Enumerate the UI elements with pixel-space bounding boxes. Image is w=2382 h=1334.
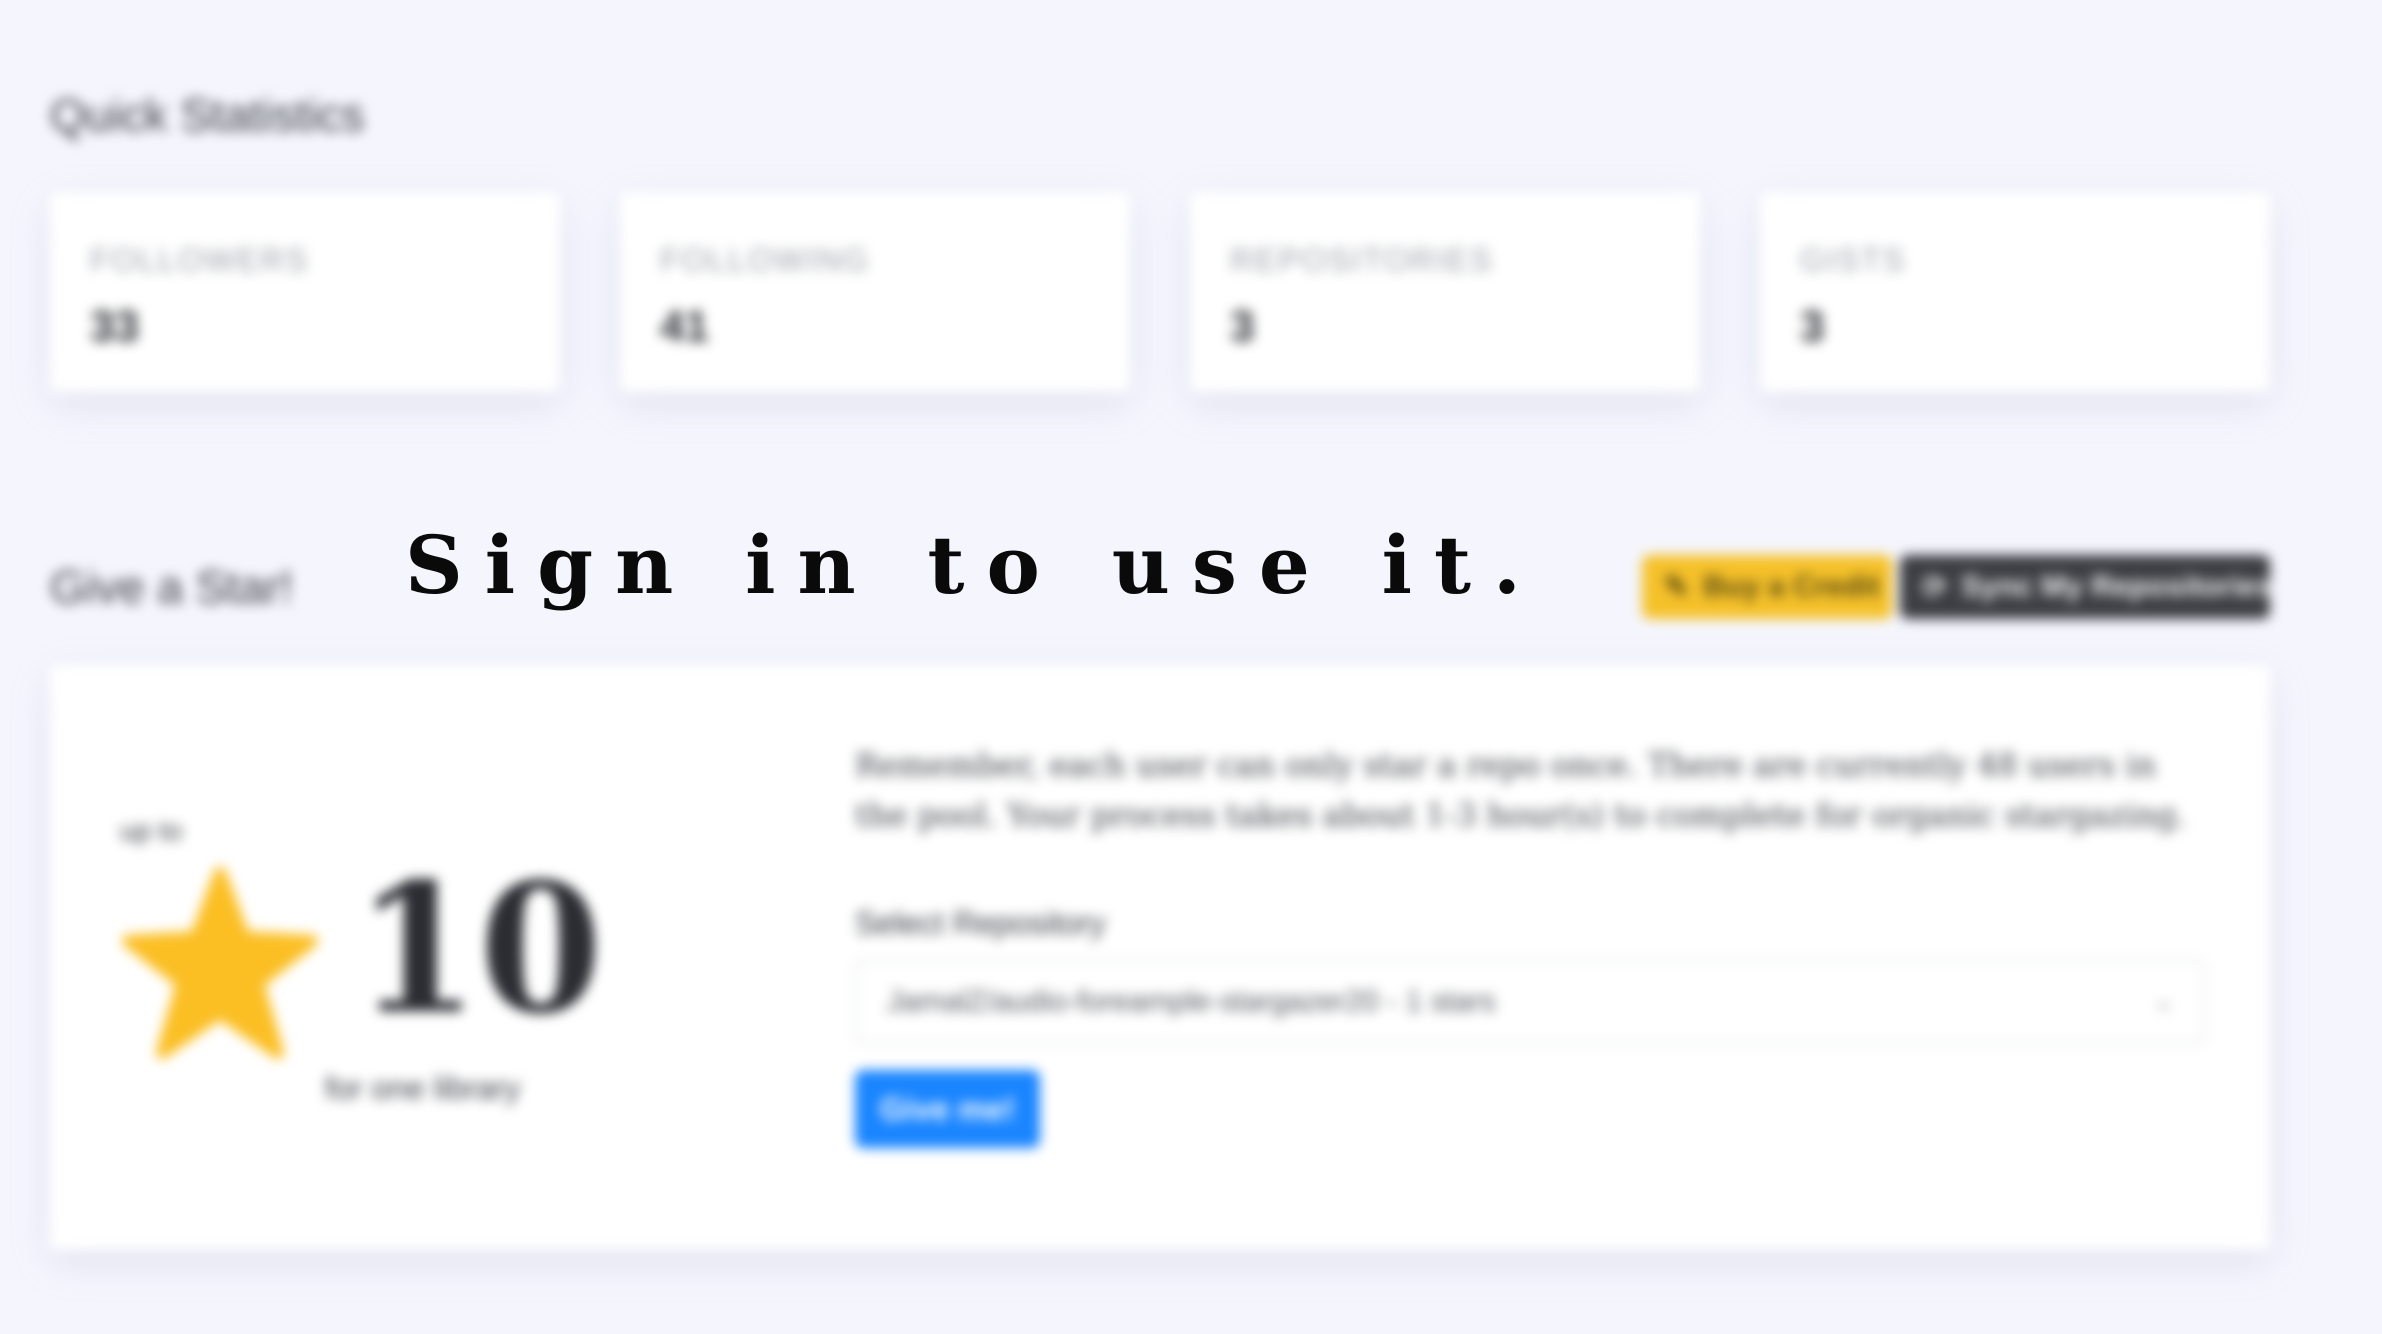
chevron-down-icon: ⌄: [2154, 989, 2173, 1014]
give-star-card: up to 10 for one library Remember, each …: [50, 665, 2270, 1250]
stat-label: GISTS: [1800, 242, 1907, 278]
sign-in-overlay-message: Sign in to use it.: [405, 518, 1543, 612]
stat-card-following: FOLLOWING 41: [620, 192, 1130, 392]
page: Quick Statistics FOLLOWERS 33 FOLLOWING …: [0, 0, 2382, 1334]
repository-select[interactable]: JamalZ/audio-foreample-stargazer20 - 1 s…: [855, 960, 2205, 1044]
up-to-label: up to: [120, 815, 183, 846]
give-star-button[interactable]: Give me!: [855, 1070, 1040, 1148]
stat-card-repositories: REPOSITORIES 3: [1190, 192, 1700, 392]
per-library-label: for one library: [325, 1070, 521, 1106]
quick-statistics-title: Quick Statistics: [50, 89, 365, 141]
stat-value: 3: [1230, 302, 1255, 351]
pencil-icon: ✎: [1664, 570, 1690, 604]
sync-repositories-button[interactable]: ⟳ Sync My Repositories: [1900, 555, 2273, 619]
give-a-star-title: Give a Star!: [50, 561, 293, 613]
stat-value: 3: [1800, 302, 1825, 351]
star-count: 10: [355, 844, 603, 1053]
stat-card-followers: FOLLOWERS 33: [50, 192, 560, 392]
stat-label: FOLLOWERS: [90, 242, 309, 278]
buy-credit-label: Buy a Credit: [1703, 570, 1880, 603]
blurred-dashboard: Quick Statistics FOLLOWERS 33 FOLLOWING …: [0, 0, 2382, 1334]
pool-info-text: Remember, each user can only star a repo…: [855, 746, 2187, 834]
stat-card-gists: GISTS 3: [1760, 192, 2270, 392]
select-repository-label: Select Repository: [855, 905, 1106, 941]
buy-credit-button[interactable]: ✎ Buy a Credit: [1642, 555, 1892, 619]
selected-repository: JamalZ/audio-foreample-stargazer20 - 1 s…: [887, 985, 1496, 1018]
stat-label: REPOSITORIES: [1230, 242, 1494, 278]
stat-label: FOLLOWING: [660, 242, 871, 278]
star-icon: [122, 867, 318, 1059]
sync-repositories-label: Sync My Repositories: [1961, 570, 2273, 603]
stat-value: 33: [90, 302, 139, 351]
sync-icon: ⟳: [1922, 570, 1948, 604]
stat-value: 41: [660, 302, 709, 351]
